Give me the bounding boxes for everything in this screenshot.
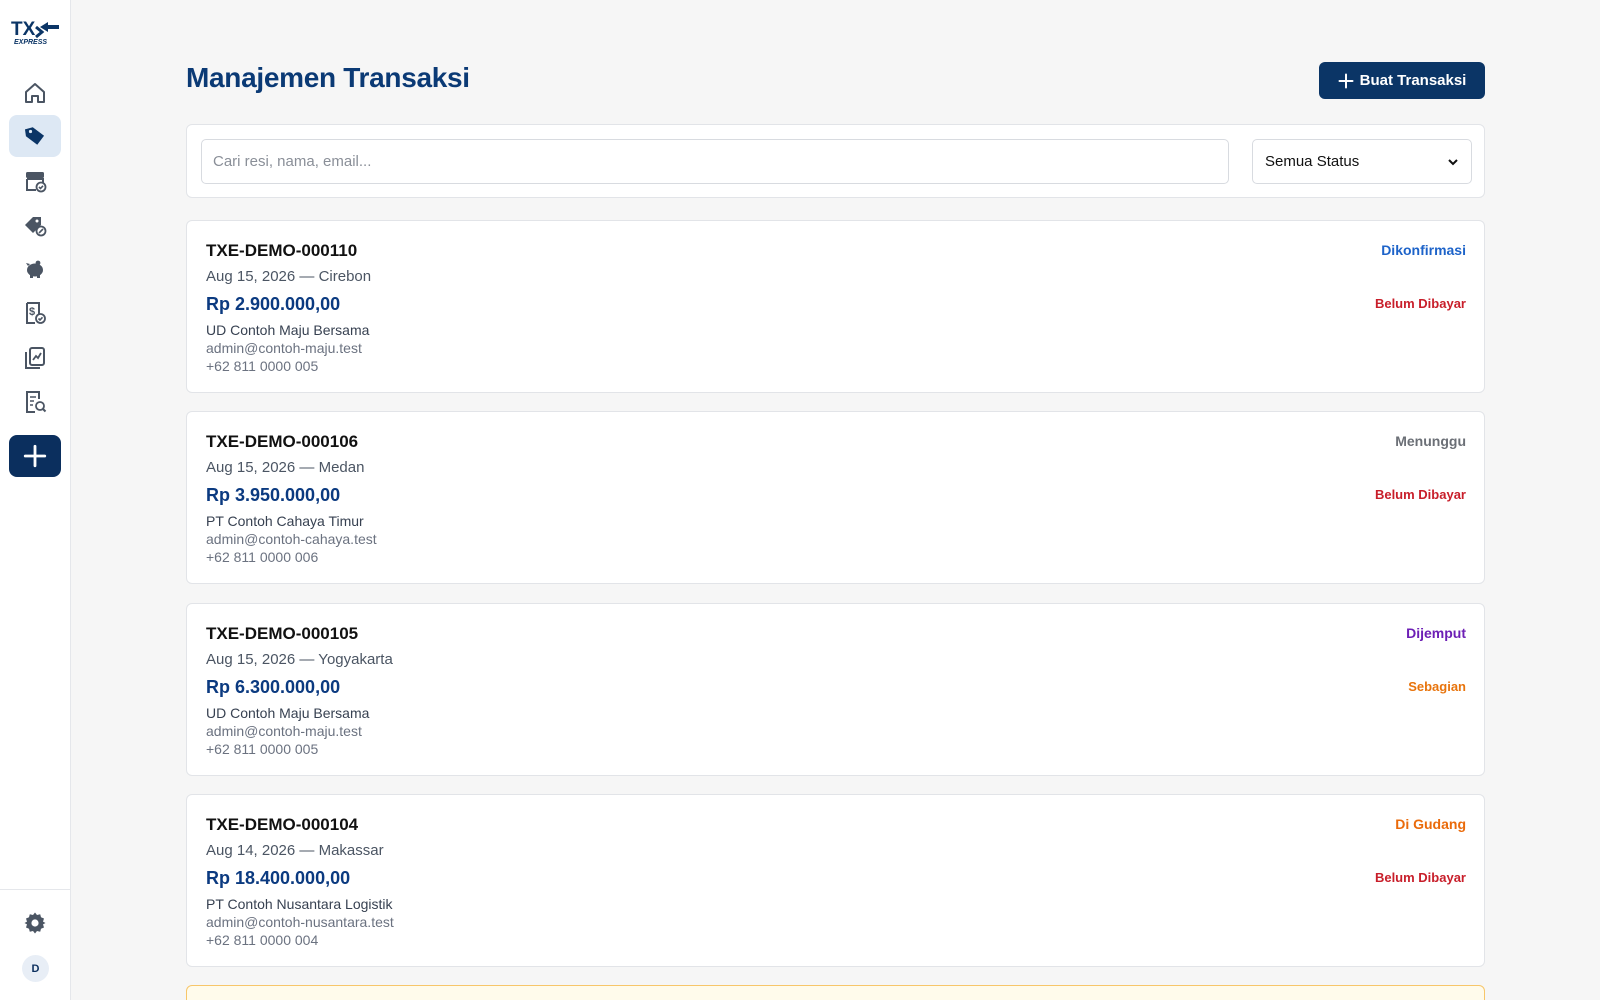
plus-icon	[23, 444, 47, 468]
customer-company: PT Contoh Cahaya Timur	[206, 513, 364, 529]
transaction-amount: Rp 2.900.000,00	[206, 294, 341, 314]
transaction-card[interactable]: TXE-DEMO-000105 Aug 15, 2026 — Yogyakart…	[186, 603, 1485, 776]
avatar[interactable]: D	[22, 955, 49, 982]
search-input[interactable]	[201, 139, 1229, 184]
plus-icon	[1338, 73, 1354, 88]
settings-button[interactable]	[21, 909, 49, 937]
customer-email: admin@contoh-cahaya.test	[206, 531, 377, 547]
piggy-bank-icon	[26, 260, 43, 278]
payment-status-badge: Sebagian	[1408, 679, 1466, 694]
customer-phone: +62 811 0000 004	[206, 932, 319, 948]
home-icon	[25, 83, 45, 103]
page-title: Manajemen Transaksi	[186, 62, 470, 93]
transaction-card[interactable]: TXE-DEMO-000110 Aug 15, 2026 — Cirebon R…	[186, 220, 1485, 393]
receipt-check-icon: $	[26, 302, 46, 324]
customer-email: admin@contoh-maju.test	[206, 340, 362, 356]
nav-payments[interactable]: $	[9, 292, 61, 334]
transaction-resi: TXE-DEMO-000110	[206, 241, 358, 260]
customer-phone: +62 811 0000 005	[206, 358, 319, 374]
status-badge: Di Gudang	[1395, 816, 1466, 832]
audit-search-icon	[26, 391, 47, 413]
customer-email: admin@contoh-nusantara.test	[206, 914, 394, 930]
transaction-resi: TXE-DEMO-000104	[206, 815, 359, 834]
payment-status-badge: Belum Dibayar	[1374, 296, 1466, 311]
status-filter-value: Semua Status	[1265, 153, 1360, 170]
nav-transactions[interactable]	[9, 115, 61, 157]
transaction-date-city: Aug 15, 2026 — Medan	[206, 459, 365, 476]
chevron-down-icon	[1448, 158, 1458, 165]
transaction-amount: Rp 3.950.000,00	[206, 485, 341, 505]
nav-shipments[interactable]	[9, 160, 61, 202]
reports-icon	[25, 347, 45, 369]
gear-icon	[24, 912, 46, 934]
transaction-card[interactable]: TXE-DEMO-000106 Aug 15, 2026 — Medan Rp …	[186, 411, 1485, 584]
transaction-amount: Rp 18.400.000,00	[206, 868, 351, 888]
customer-company: UD Contoh Maju Bersama	[206, 322, 370, 338]
customer-company: UD Contoh Maju Bersama	[206, 705, 370, 721]
create-transaction-button[interactable]: Buat Transaksi	[1319, 62, 1485, 99]
transaction-date-city: Aug 14, 2026 — Makassar	[206, 842, 384, 859]
filter-bar: Semua Status	[186, 124, 1485, 198]
status-filter-select[interactable]: Semua Status	[1252, 139, 1472, 184]
status-badge: Menunggu	[1395, 433, 1466, 449]
transaction-amount: Rp 6.300.000,00	[206, 677, 341, 697]
sidebar: TX EXPRESS $ D	[0, 0, 71, 1000]
transaction-resi: TXE-DEMO-000106	[206, 432, 359, 451]
transaction-card[interactable]: TXE-DEMO-000104 Aug 14, 2026 — Makassar …	[186, 794, 1485, 967]
transaction-resi: TXE-DEMO-000105	[206, 624, 359, 643]
nav-savings[interactable]	[9, 248, 61, 290]
svg-text:$: $	[29, 306, 35, 318]
status-badge: Dikonfirmasi	[1381, 242, 1466, 258]
customer-email: admin@contoh-maju.test	[206, 723, 362, 739]
transaction-card-partial[interactable]	[186, 985, 1485, 1000]
nav-audit[interactable]	[9, 381, 61, 423]
transaction-date-city: Aug 15, 2026 — Cirebon	[206, 268, 372, 285]
payment-status-badge: Belum Dibayar	[1374, 487, 1466, 502]
sidebar-divider	[0, 889, 70, 890]
customer-phone: +62 811 0000 005	[206, 741, 319, 757]
brand-logo[interactable]: TX EXPRESS	[11, 18, 61, 46]
nav-reports[interactable]	[9, 337, 61, 379]
tag-icon	[24, 127, 45, 145]
nav-home[interactable]	[9, 72, 61, 114]
quick-add-button[interactable]	[9, 435, 61, 477]
payment-status-badge: Belum Dibayar	[1374, 870, 1466, 885]
customer-company: PT Contoh Nusantara Logistik	[206, 896, 393, 912]
transaction-date-city: Aug 15, 2026 — Yogyakarta	[206, 651, 393, 668]
customer-phone: +62 811 0000 006	[206, 549, 319, 565]
discount-icon	[25, 217, 47, 237]
status-badge: Dijemput	[1406, 625, 1466, 641]
archive-check-icon	[26, 172, 47, 193]
svg-text:EXPRESS: EXPRESS	[14, 39, 47, 46]
create-transaction-label: Buat Transaksi	[1359, 72, 1467, 89]
nav-discounts[interactable]	[9, 204, 61, 246]
svg-text:TX: TX	[11, 19, 36, 40]
